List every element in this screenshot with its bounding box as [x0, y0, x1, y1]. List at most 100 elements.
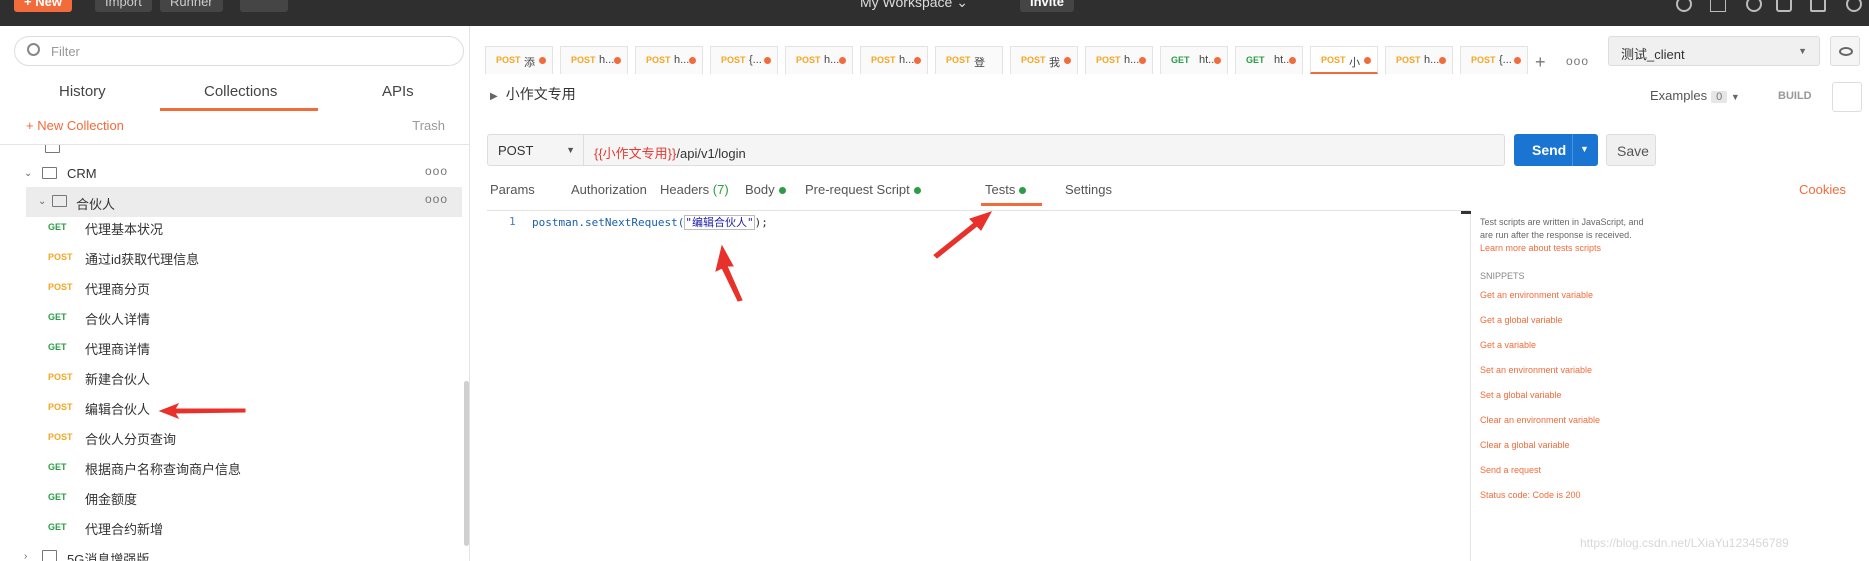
bell-icon[interactable] [1776, 0, 1792, 12]
sidebar-scrollbar[interactable] [464, 381, 469, 546]
snippet-item[interactable]: Clear an environment variable [1480, 415, 1600, 425]
request-label: 合伙人分页查询 [85, 432, 177, 447]
more-icon[interactable]: ooo [1566, 54, 1589, 68]
environment-select[interactable]: 测试_client ▼ [1608, 36, 1820, 66]
request-item[interactable]: GET 代理商详情 [0, 332, 462, 362]
method-select[interactable]: POST ▼ [488, 135, 584, 165]
save-button[interactable]: Save [1606, 134, 1656, 166]
request-item[interactable]: POST 新建合伙人 [0, 362, 462, 392]
snippet-item[interactable]: Clear a global variable [1480, 440, 1570, 450]
chevron-down-icon: ▼ [566, 145, 575, 155]
tab-history[interactable]: History [59, 83, 106, 100]
chevron-down-icon[interactable]: ⌄ [24, 168, 32, 179]
tab-body[interactable]: Body [745, 182, 786, 197]
request-title[interactable]: ▶ 小作文专用 [490, 84, 576, 104]
request-tab-active[interactable]: POST 小 [1310, 46, 1378, 74]
method-badge: GET [48, 342, 67, 352]
runner-button[interactable]: Runner [160, 0, 223, 12]
code-string: "编辑合伙人" [684, 215, 755, 230]
request-item[interactable]: GET 代理基本状况 [0, 212, 462, 242]
request-label: 代理合约新增 [85, 522, 164, 537]
avatar[interactable] [1846, 0, 1862, 12]
pencil-icon[interactable] [1832, 82, 1862, 112]
eye-icon[interactable] [1830, 36, 1860, 66]
chevron-down-icon[interactable]: ▼ [1580, 144, 1589, 154]
tab-method: POST [1471, 55, 1496, 65]
tab-params[interactable]: Params [490, 182, 535, 197]
tests-editor[interactable]: 1 postman.setNextRequest("编辑合伙人"); [487, 210, 1471, 561]
caret-right-icon[interactable]: ▶ [490, 91, 498, 102]
request-tab[interactable]: POST h... [1085, 46, 1153, 74]
import-button-label: Import [105, 0, 142, 9]
trash-link[interactable]: Trash [412, 118, 445, 133]
snippet-item[interactable]: Get an environment variable [1480, 290, 1593, 300]
tab-authorization[interactable]: Authorization [571, 182, 647, 197]
snippet-item[interactable]: Status code: Code is 200 [1480, 490, 1581, 500]
snippet-item[interactable]: Get a variable [1480, 340, 1536, 350]
request-tab[interactable]: POST 添 [485, 46, 553, 74]
learn-more-link[interactable]: Learn more about tests scripts [1480, 243, 1601, 253]
request-tab[interactable]: GET ht... [1160, 46, 1228, 74]
request-item[interactable]: POST 代理商分页 [0, 272, 462, 302]
build-label[interactable]: BUILD [1778, 90, 1812, 102]
request-item[interactable]: GET 代理合约新增 [0, 512, 462, 542]
cookies-link[interactable]: Cookies [1799, 182, 1846, 197]
examples-dropdown[interactable]: Examples 0 ▼ [1650, 88, 1740, 103]
plus-icon[interactable]: + [1535, 52, 1546, 73]
request-tab[interactable]: POST 我 [1010, 46, 1078, 74]
active-subtab-indicator [981, 203, 1042, 206]
request-tab[interactable]: POST h... [1385, 46, 1453, 74]
request-tab[interactable]: GET ht... [1235, 46, 1303, 74]
request-tab[interactable]: POST h... [635, 46, 703, 74]
resize-handle[interactable] [1461, 211, 1471, 214]
tab-collections[interactable]: Collections [204, 83, 277, 100]
request-item[interactable]: POST 合伙人分页查询 [0, 422, 462, 452]
filter-placeholder: Filter [51, 44, 80, 59]
request-tab[interactable]: POST h... [785, 46, 853, 74]
snippet-item[interactable]: Get a global variable [1480, 315, 1563, 325]
url-input[interactable]: {{小作文专用}}/api/v1/login [594, 143, 746, 162]
tab-prerequest[interactable]: Pre-request Script [805, 182, 921, 197]
satellite-icon[interactable] [1710, 0, 1726, 12]
folder-crm[interactable]: ⌄ CRM ooo [0, 159, 462, 189]
heart-icon[interactable] [1810, 0, 1826, 12]
tab-headers[interactable]: Headers (7) [660, 182, 729, 197]
chevron-down-icon[interactable]: ⌄ [38, 196, 46, 207]
request-tab[interactable]: POST {... [1460, 46, 1528, 74]
filter-input[interactable]: Filter [14, 36, 464, 66]
code-line[interactable]: postman.setNextRequest("编辑合伙人"); [532, 214, 768, 230]
workspace-selector[interactable]: My Workspace ⌄ [860, 0, 968, 12]
request-tab[interactable]: POST h... [860, 46, 928, 74]
request-tab[interactable]: POST {... [710, 46, 778, 74]
snippets-panel: Test scripts are written in JavaScript, … [1480, 210, 1869, 561]
snippet-item[interactable]: Send a request [1480, 465, 1541, 475]
more-icon[interactable]: ooo [425, 164, 448, 178]
sync-icon[interactable] [1676, 0, 1692, 12]
tab-apis[interactable]: APIs [382, 83, 414, 100]
request-tab[interactable]: POST 登 [935, 46, 1003, 74]
request-item[interactable]: POST 编辑合伙人 [0, 392, 462, 422]
invite-button[interactable]: Invite [1020, 0, 1074, 12]
headers-label: Headers [660, 182, 710, 197]
send-button[interactable]: Send ▼ [1514, 134, 1598, 166]
request-item[interactable]: POST 通过id获取代理信息 [0, 242, 462, 272]
more-icon[interactable]: ooo [425, 192, 448, 206]
snippet-item[interactable]: Set an environment variable [1480, 365, 1592, 375]
new-collection-button[interactable]: + New Collection [26, 118, 124, 133]
main-panel: POST 添 POST h... POST h... POST {... POST h..… [480, 26, 1869, 561]
request-item[interactable]: GET 根据商户名称查询商户信息 [0, 452, 462, 482]
request-item[interactable]: GET 佣金额度 [0, 482, 462, 512]
new-window-button[interactable] [240, 0, 288, 12]
gear-icon[interactable] [1746, 0, 1762, 12]
folder-5g[interactable]: › 5G消息增强版 [0, 542, 462, 561]
import-button[interactable]: Import [95, 0, 152, 12]
tab-tests[interactable]: Tests [985, 182, 1027, 197]
tab-name: {... [749, 54, 762, 66]
chevron-right-icon[interactable]: › [24, 551, 27, 561]
request-label: 代理商分页 [85, 282, 151, 297]
snippet-item[interactable]: Set a global variable [1480, 390, 1562, 400]
new-button[interactable]: + New [14, 0, 72, 12]
tab-settings[interactable]: Settings [1065, 182, 1112, 197]
request-item[interactable]: GET 合伙人详情 [0, 302, 462, 332]
request-tab[interactable]: POST h... [560, 46, 628, 74]
